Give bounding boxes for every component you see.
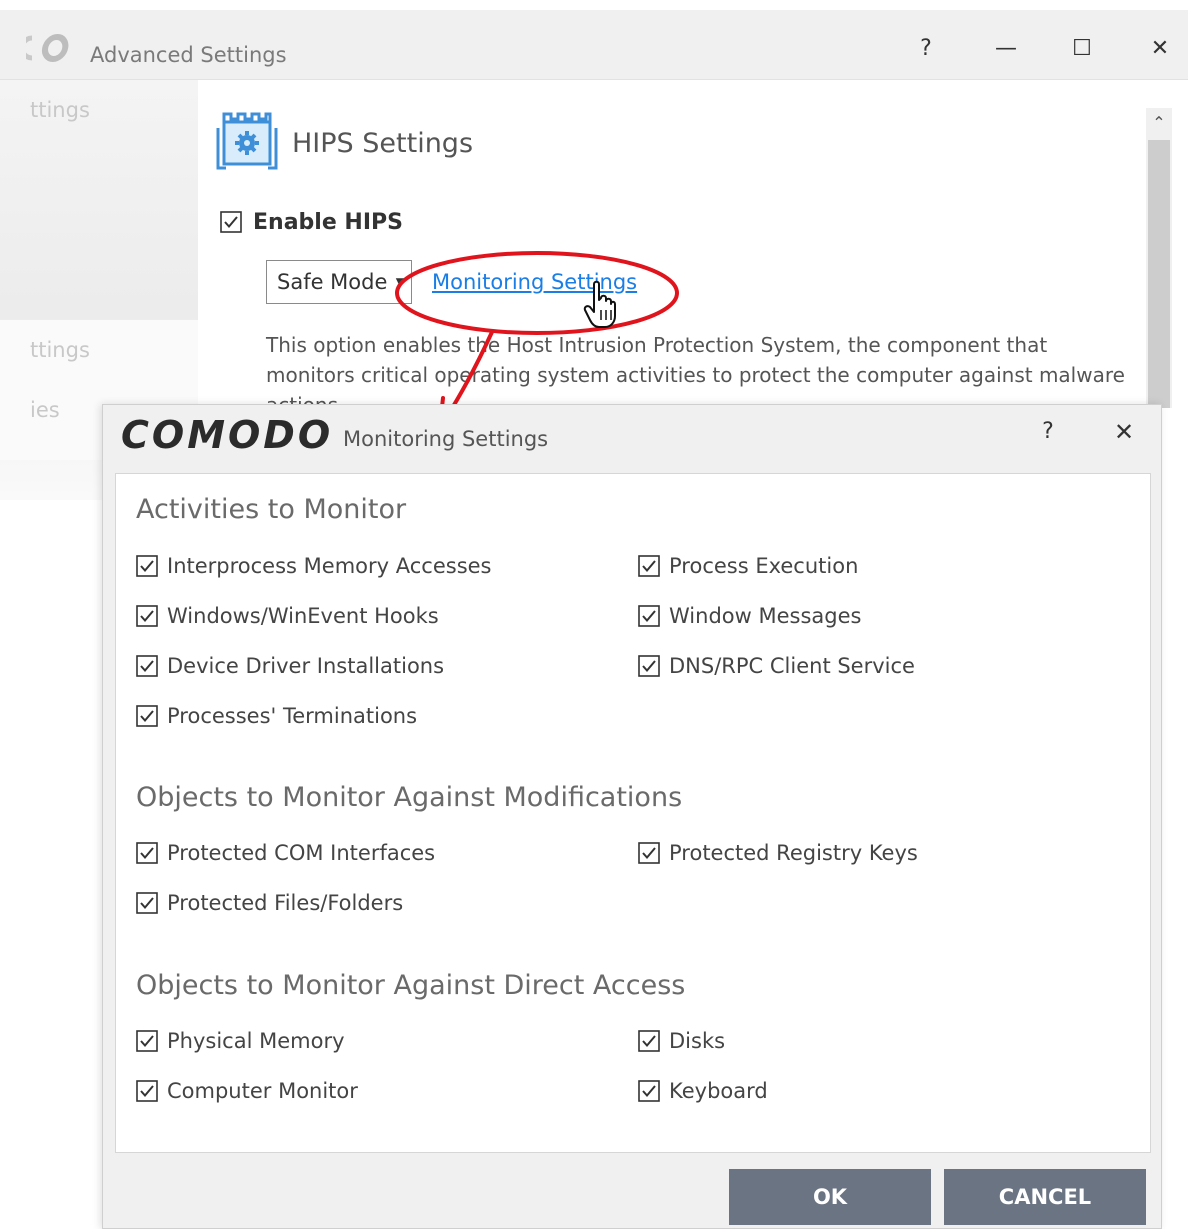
option-label: Protected Files/Folders <box>167 891 404 915</box>
option-label: Computer Monitor <box>167 1079 358 1103</box>
option-protected-com-interfaces[interactable]: Protected COM Interfaces <box>136 841 435 871</box>
option-label: Window Messages <box>669 604 862 628</box>
option-processes-terminations[interactable]: Processes' Terminations <box>136 704 417 734</box>
checkbox[interactable] <box>136 892 158 914</box>
ok-button[interactable]: OK <box>729 1169 931 1225</box>
option-dns-rpc-client-service[interactable]: DNS/RPC Client Service <box>638 654 915 684</box>
checkbox[interactable] <box>136 705 158 727</box>
checkbox[interactable] <box>638 1030 660 1052</box>
section-heading-direct-access: Objects to Monitor Against Direct Access <box>136 970 686 1001</box>
option-protected-files-folders[interactable]: Protected Files/Folders <box>136 891 403 921</box>
section-heading-activities: Activities to Monitor <box>136 494 407 525</box>
option-process-execution[interactable]: Process Execution <box>638 554 858 584</box>
close-button[interactable]: ✕ <box>1140 32 1180 66</box>
scrollbar-thumb[interactable] <box>1148 140 1170 408</box>
option-interprocess-memory-accesses[interactable]: Interprocess Memory Accesses <box>136 554 492 584</box>
section-heading-modifications: Objects to Monitor Against Modifications <box>136 782 683 813</box>
checkbox[interactable] <box>136 655 158 677</box>
option-keyboard[interactable]: Keyboard <box>638 1079 768 1109</box>
monitoring-settings-dialog: COMODO Monitoring Settings ? ✕ Activitie… <box>102 404 1162 1229</box>
option-label: Keyboard <box>669 1079 768 1103</box>
cancel-button[interactable]: CANCEL <box>944 1169 1146 1225</box>
dialog-close-button[interactable]: ✕ <box>1107 417 1141 447</box>
sidebar-item[interactable]: ttings <box>30 338 90 362</box>
checkbox[interactable] <box>136 555 158 577</box>
option-label: Protected Registry Keys <box>669 841 918 865</box>
scroll-up-icon[interactable]: ⌃ <box>1146 108 1172 138</box>
sidebar-item[interactable]: ttings <box>30 98 90 122</box>
checkbox[interactable] <box>136 842 158 864</box>
option-label: Protected COM Interfaces <box>167 841 436 865</box>
chevron-down-icon: ▼ <box>395 275 405 289</box>
option-label: Process Execution <box>669 554 859 578</box>
option-label: Disks <box>669 1029 726 1053</box>
checkbox[interactable] <box>136 1080 158 1102</box>
option-label: DNS/RPC Client Service <box>669 654 915 678</box>
option-device-driver-installations[interactable]: Device Driver Installations <box>136 654 444 684</box>
checkbox[interactable] <box>136 605 158 627</box>
checkbox[interactable] <box>638 555 660 577</box>
title-bar: Advanced Settings ? — ☐ ✕ <box>0 10 1188 80</box>
option-physical-memory[interactable]: Physical Memory <box>136 1029 345 1059</box>
option-protected-registry-keys[interactable]: Protected Registry Keys <box>638 841 918 871</box>
monitoring-settings-link[interactable]: Monitoring Settings <box>432 270 637 294</box>
option-computer-monitor[interactable]: Computer Monitor <box>136 1079 358 1109</box>
maximize-button[interactable]: ☐ <box>1062 32 1102 66</box>
checkbox[interactable] <box>136 1030 158 1052</box>
sidebar-item[interactable]: ies <box>30 398 60 422</box>
checkbox[interactable] <box>638 605 660 627</box>
dialog-help-button[interactable]: ? <box>1033 417 1063 447</box>
enable-hips-label: Enable HIPS <box>253 210 403 235</box>
checkbox[interactable] <box>638 1080 660 1102</box>
option-label: Processes' Terminations <box>167 704 418 728</box>
minimize-button[interactable]: — <box>986 32 1026 66</box>
checkbox[interactable] <box>638 842 660 864</box>
comodo-brand: COMODO <box>121 413 334 457</box>
comodo-logo-icon <box>26 34 69 62</box>
checkbox[interactable] <box>638 655 660 677</box>
option-label: Device Driver Installations <box>167 654 445 678</box>
dialog-body: Activities to Monitor Interprocess Memor… <box>115 473 1151 1153</box>
option-label: Physical Memory <box>167 1029 345 1053</box>
hips-mode-value: Safe Mode <box>277 270 388 294</box>
window-title: Advanced Settings <box>90 43 287 67</box>
option-disks[interactable]: Disks <box>638 1029 725 1059</box>
hips-title: HIPS Settings <box>292 128 474 159</box>
help-button[interactable]: ? <box>906 32 946 66</box>
hips-castle-gear-icon <box>216 112 278 170</box>
dialog-title: Monitoring Settings <box>343 427 549 451</box>
enable-hips-checkbox[interactable] <box>220 211 242 233</box>
option-label: Interprocess Memory Accesses <box>167 554 492 578</box>
option-window-messages[interactable]: Window Messages <box>638 604 861 634</box>
option-label: Windows/WinEvent Hooks <box>167 604 439 628</box>
hips-mode-dropdown[interactable]: Safe Mode ▼ <box>266 260 412 304</box>
option-windows-winevent-hooks[interactable]: Windows/WinEvent Hooks <box>136 604 439 634</box>
